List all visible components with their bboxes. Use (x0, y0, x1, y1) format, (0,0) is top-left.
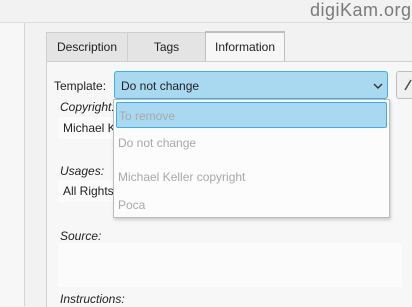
tab-description[interactable]: Description (46, 32, 128, 62)
window-title: digiKam.org (310, 0, 412, 20)
title-divider (0, 22, 412, 23)
left-sidebar (0, 23, 25, 306)
source-label: Source: (60, 229, 102, 243)
template-dropdown-list: To remove Do not change Michael Keller c… (113, 99, 390, 218)
option-to-remove[interactable]: To remove (116, 102, 387, 128)
template-combobox[interactable]: Do not change (114, 71, 388, 99)
usages-value: All Rights (63, 184, 113, 198)
option-michael-keller-copyright[interactable]: Michael Keller copyright (116, 164, 387, 190)
chevron-down-icon (373, 83, 383, 89)
source-field[interactable] (58, 243, 402, 287)
option-do-not-change[interactable]: Do not change (116, 130, 387, 156)
copyright-label: Copyright: (60, 100, 115, 114)
usages-label: Usages: (60, 164, 105, 178)
tab-information[interactable]: Information (205, 31, 285, 63)
tab-bar: Description Tags Information (46, 31, 412, 63)
template-label: Template: (54, 79, 107, 93)
instructions-label: Instructions: (60, 292, 125, 306)
option-poca[interactable]: Poca (116, 192, 387, 218)
tab-tags[interactable]: Tags (127, 32, 206, 62)
template-selected-value: Do not change (121, 79, 200, 93)
copyright-value: Michael K (63, 121, 113, 135)
pen-icon (404, 79, 412, 91)
